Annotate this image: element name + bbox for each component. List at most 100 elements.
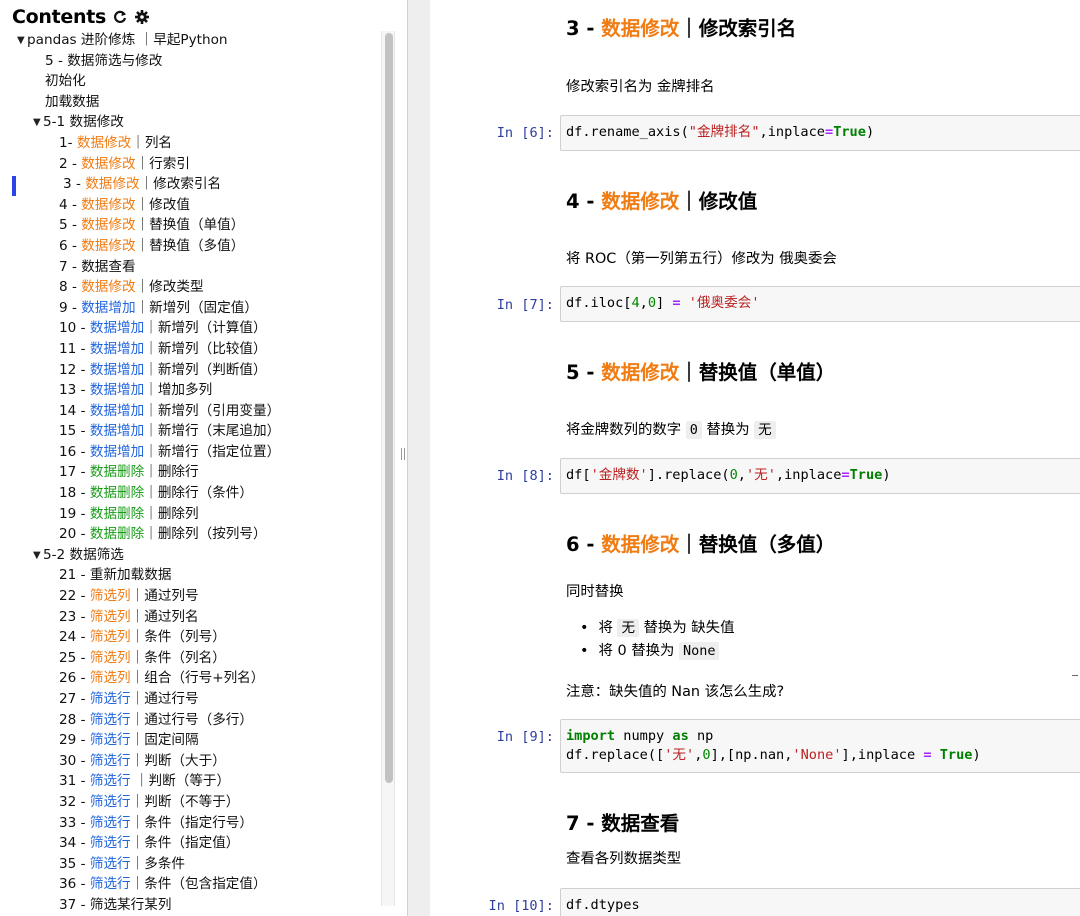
toc-item-text: 6 - bbox=[59, 237, 82, 254]
toc-item[interactable]: 6 - 数据修改｜替换值（多值） bbox=[0, 236, 385, 257]
toc-item-text: 筛选列 bbox=[89, 588, 131, 605]
toc-item[interactable]: 37 - 筛选某行某列 bbox=[0, 895, 385, 916]
toc-item-text: 27 - bbox=[59, 691, 90, 707]
toc-item[interactable]: 22 - 筛选列｜通过列号 bbox=[0, 586, 385, 607]
toc-item[interactable]: 26 - 筛选列｜组合（行号+列名） bbox=[0, 668, 385, 689]
toc-item[interactable]: 12 - 数据增加｜新增列（判断值） bbox=[0, 360, 385, 381]
toc-item-text: 11 - bbox=[59, 340, 90, 357]
toc-item-text: 21 - 重新加载数据 bbox=[59, 567, 172, 584]
toc-item[interactable]: 36 - 筛选行｜条件（包含指定值） bbox=[0, 874, 385, 895]
toc-item-text: ｜新增列（判断值） bbox=[144, 361, 267, 378]
toc-header: Contents bbox=[12, 4, 150, 30]
toc-scrollbar[interactable] bbox=[381, 31, 395, 906]
toc-item[interactable]: 31 - 筛选行 ｜判断（等于） bbox=[0, 771, 385, 792]
toc-item[interactable]: 23 - 筛选列｜通过列名 bbox=[0, 607, 385, 628]
toc-item-text: ｜修改值 bbox=[135, 196, 190, 213]
toc-item-text: 9 - bbox=[59, 299, 82, 316]
caret-down-icon[interactable]: ▼ bbox=[33, 546, 43, 566]
markdown-text: 将金牌数列的数字 0 替换为 无 bbox=[566, 418, 776, 439]
toc-item[interactable]: 28 - 筛选行｜通过行号（多行） bbox=[0, 710, 385, 731]
toc-item[interactable]: 32 - 筛选行｜判断（不等于） bbox=[0, 792, 385, 813]
toc-item-text: 筛选行 bbox=[89, 691, 131, 707]
toc-item-text: 4 - bbox=[59, 196, 82, 213]
refresh-icon[interactable] bbox=[112, 9, 128, 25]
toc-item-text: 筛选行 bbox=[89, 835, 131, 852]
input-prompt: In [9]: bbox=[496, 729, 554, 745]
heading-tag: 数据修改 bbox=[601, 190, 680, 213]
code-cell[interactable]: df.dtypes bbox=[560, 888, 1080, 916]
toc-item-text: 10 - bbox=[59, 320, 90, 337]
heading-number: 6 - bbox=[566, 533, 602, 556]
toc-item-text: 数据修改 bbox=[81, 237, 136, 254]
toc-item[interactable]: 加载数据 bbox=[0, 92, 385, 113]
toc-item[interactable]: 17 - 数据删除｜删除行 bbox=[0, 462, 385, 483]
toc-item-text: 29 - bbox=[59, 732, 90, 749]
toc-item[interactable]: 4 - 数据修改｜修改值 bbox=[0, 195, 385, 216]
toc-item-text: 筛选行 bbox=[89, 876, 131, 893]
toc-item-text: ｜删除列 bbox=[144, 505, 199, 522]
heading-text: ｜修改值 bbox=[679, 190, 758, 213]
heading-number: 4 - bbox=[566, 190, 602, 213]
toc-item[interactable]: ▼ 5-1 数据修改 bbox=[0, 112, 385, 133]
toc-item-text: 数据增加 bbox=[89, 443, 145, 460]
toc-item[interactable]: 29 - 筛选行｜固定间隔 bbox=[0, 730, 385, 751]
toc-item[interactable]: 14 - 数据增加｜新增列（引用变量） bbox=[0, 401, 385, 422]
toc-item[interactable]: 13 - 数据增加｜增加多列 bbox=[0, 380, 385, 401]
code-cell[interactable]: df['金牌数'].replace(0,'无',inplace=True) bbox=[560, 458, 1080, 494]
heading-6: 6 - 数据修改｜替换值（多值） bbox=[566, 528, 835, 557]
heading-text: ｜替换值（多值） bbox=[679, 533, 836, 556]
toc-item[interactable]: 34 - 筛选行｜条件（指定值） bbox=[0, 833, 385, 854]
toc-item-text: 34 - bbox=[59, 835, 90, 852]
toc-item-text: 33 - bbox=[59, 814, 90, 831]
toc-item-text: 5-1 数据修改 bbox=[43, 114, 124, 131]
toc-item-text: 17 - bbox=[59, 464, 90, 481]
toc-item[interactable]: ▼ 5-2 数据筛选 bbox=[0, 545, 385, 566]
toc-item[interactable]: 8 - 数据修改｜修改类型 bbox=[0, 277, 385, 298]
toc-scrollbar-thumb[interactable] bbox=[385, 33, 393, 783]
toc-item[interactable]: 19 - 数据删除｜删除列 bbox=[0, 504, 385, 525]
toc-item-text: 数据增加 bbox=[89, 320, 145, 337]
toc-item[interactable]: 5 - 数据筛选与修改 bbox=[0, 51, 385, 72]
toc-item[interactable]: 9 - 数据增加｜新增列（固定值） bbox=[0, 298, 385, 319]
toc-item[interactable]: 18 - 数据删除｜删除行（条件） bbox=[0, 483, 385, 504]
toc-item[interactable]: 初始化 bbox=[0, 71, 385, 92]
toc-item[interactable]: 35 - 筛选行｜多条件 bbox=[0, 854, 385, 875]
toc-item[interactable]: 3 - 数据修改｜修改索引名 bbox=[0, 174, 385, 195]
toc-item[interactable]: 33 - 筛选行｜条件（指定行号） bbox=[0, 813, 385, 834]
heading-7: 7 - 数据查看 bbox=[566, 812, 680, 835]
code-cell[interactable]: import numpy as np df.replace(['无',0],[n… bbox=[560, 719, 1080, 773]
toc-item-text: 数据修改 bbox=[81, 196, 136, 213]
caret-down-icon[interactable]: ▼ bbox=[17, 31, 27, 51]
toc-item-text: 筛选行 bbox=[89, 855, 131, 872]
toc-item[interactable]: 15 - 数据增加｜新增行（末尾追加） bbox=[0, 421, 385, 442]
toc-item[interactable]: 21 - 重新加载数据 bbox=[0, 565, 385, 586]
input-prompt: In [8]: bbox=[496, 468, 554, 484]
toc-item[interactable]: 20 - 数据删除｜删除列（按列号） bbox=[0, 524, 385, 545]
toc-item-text: 37 - 筛选某行某列 bbox=[59, 896, 172, 913]
scroll-marker bbox=[1072, 675, 1078, 676]
toc-item[interactable]: 11 - 数据增加｜新增列（比较值） bbox=[0, 339, 385, 360]
notebook-panel: 3 - 数据修改｜修改索引名 修改索引名为 金牌排名 In [6]: df.re… bbox=[430, 0, 1080, 916]
gear-icon[interactable] bbox=[134, 9, 150, 25]
toc-item[interactable]: 10 - 数据增加｜新增列（计算值） bbox=[0, 318, 385, 339]
toc-item[interactable]: ▼ pandas 进阶修炼 ｜早起Python bbox=[0, 30, 385, 51]
toc-item[interactable]: 25 - 筛选列｜条件（列名） bbox=[0, 648, 385, 669]
markdown-text: 修改索引名为 金牌排名 bbox=[566, 79, 715, 95]
toc-item[interactable]: 5 - 数据修改｜替换值（单值） bbox=[0, 215, 385, 236]
toc-item[interactable]: 2 - 数据修改｜行索引 bbox=[0, 154, 385, 175]
toc-item[interactable]: 27 - 筛选行｜通过行号 bbox=[0, 689, 385, 710]
toc-item[interactable]: 7 - 数据查看 bbox=[0, 257, 385, 278]
list-item: 将 0 替换为 None bbox=[580, 640, 734, 663]
toc-item-text: 5 - bbox=[59, 217, 82, 234]
code-cell[interactable]: df.iloc[4,0] = '俄奥委会' bbox=[560, 286, 1080, 322]
code-cell[interactable]: df.rename_axis("金牌排名",inplace=True) bbox=[560, 115, 1080, 151]
caret-down-icon[interactable]: ▼ bbox=[33, 113, 43, 133]
toc-item[interactable]: 30 - 筛选行｜判断（大于） bbox=[0, 751, 385, 772]
toc-item[interactable]: 16 - 数据增加｜新增行（指定位置） bbox=[0, 442, 385, 463]
resize-grip-icon[interactable] bbox=[401, 448, 407, 462]
toc-item[interactable]: 24 - 筛选列｜条件（列号） bbox=[0, 627, 385, 648]
pane-divider[interactable] bbox=[409, 0, 431, 916]
inline-code: 无 bbox=[754, 421, 776, 439]
toc-item-text: 加载数据 bbox=[45, 93, 100, 110]
toc-item[interactable]: 1- 数据修改｜列名 bbox=[0, 133, 385, 154]
